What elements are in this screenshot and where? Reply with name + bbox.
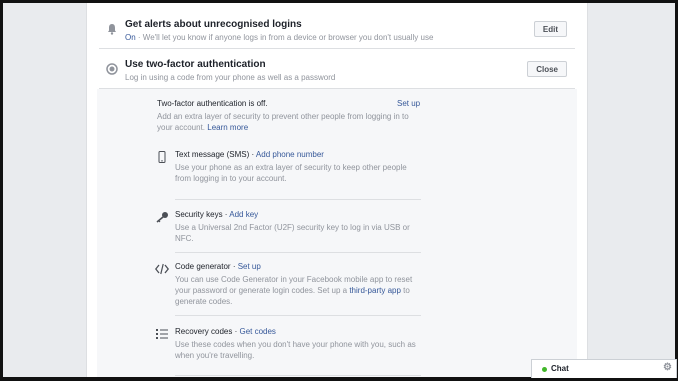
method-keys-description: Use a Universal 2nd Factor (U2F) securit… — [175, 223, 410, 243]
two-factor-details: Two-factor authentication is off. Set up… — [97, 89, 577, 377]
separator: · — [230, 262, 238, 271]
add-phone-number-link[interactable]: Add phone number — [256, 150, 324, 159]
code-generator-set-up-link[interactable]: Set up — [238, 262, 261, 271]
add-key-link[interactable]: Add key — [229, 210, 258, 219]
method-code-description: You can use Code Generator in your Faceb… — [175, 274, 417, 307]
online-status-dot — [542, 367, 547, 372]
login-alerts-title: Get alerts about unrecognised logins — [125, 19, 302, 30]
divider — [175, 199, 421, 200]
method-sms-title: Text message (SMS) · Add phone number — [175, 150, 324, 159]
divider — [175, 252, 421, 253]
list-icon — [155, 327, 169, 339]
two-factor-intro-text: Add an extra layer of security to preven… — [157, 112, 409, 132]
method-keys-title: Security keys · Add key — [175, 210, 258, 219]
chat-bar[interactable]: Chat ⚙ — [531, 359, 677, 378]
two-factor-status: Two-factor authentication is off. — [157, 99, 268, 108]
chat-label: Chat — [551, 364, 569, 373]
recovery-codes-title: Recovery codes — [175, 327, 233, 336]
screen-border-left — [0, 0, 3, 381]
method-code-generator: Code generator · Set up You can use Code… — [154, 262, 421, 320]
login-alerts-text: · We'll let you know if anyone logs in f… — [135, 33, 434, 42]
get-codes-link[interactable]: Get codes — [239, 327, 275, 336]
method-recovery-description: Use these codes when you don't have your… — [175, 340, 416, 360]
two-factor-row[interactable]: Use two-factor authentication Log in usi… — [99, 52, 575, 89]
method-sms: Text message (SMS) · Add phone number Us… — [155, 150, 421, 200]
code-icon — [154, 262, 170, 275]
code-generator-title: Code generator — [175, 262, 231, 271]
third-party-app-link[interactable]: third-party app — [349, 286, 401, 295]
shield-icon — [105, 62, 119, 76]
method-recovery-codes: Recovery codes · Get codes Use these cod… — [155, 327, 421, 377]
separator: · — [249, 150, 256, 159]
login-alerts-row[interactable]: Get alerts about unrecognised logins On … — [99, 12, 575, 49]
method-security-keys: Security keys · Add key Use a Universal … — [155, 210, 421, 260]
two-factor-description: Log in using a code from your phone as w… — [125, 73, 336, 82]
method-sms-description: Use your phone as an extra layer of secu… — [175, 163, 407, 183]
phone-icon — [155, 150, 169, 163]
gear-icon[interactable]: ⚙ — [663, 362, 672, 373]
key-icon — [155, 210, 169, 223]
security-keys-title: Security keys — [175, 210, 223, 219]
learn-more-link[interactable]: Learn more — [207, 123, 248, 132]
method-code-title: Code generator · Set up — [175, 262, 261, 271]
sms-title: Text message (SMS) — [175, 150, 250, 159]
bell-icon — [105, 22, 119, 36]
login-alerts-description: On · We'll let you know if anyone logs i… — [125, 33, 433, 42]
login-alerts-status: On — [125, 33, 136, 42]
close-button[interactable]: Close — [527, 61, 567, 77]
two-factor-title: Use two-factor authentication — [125, 59, 266, 70]
divider — [175, 315, 421, 316]
edit-button[interactable]: Edit — [533, 21, 567, 37]
security-settings-panel: Get alerts about unrecognised logins On … — [86, 3, 588, 377]
divider — [175, 375, 421, 376]
method-recovery-title: Recovery codes · Get codes — [175, 327, 276, 336]
set-up-link[interactable]: Set up — [397, 99, 420, 108]
two-factor-intro: Add an extra layer of security to preven… — [157, 111, 419, 133]
